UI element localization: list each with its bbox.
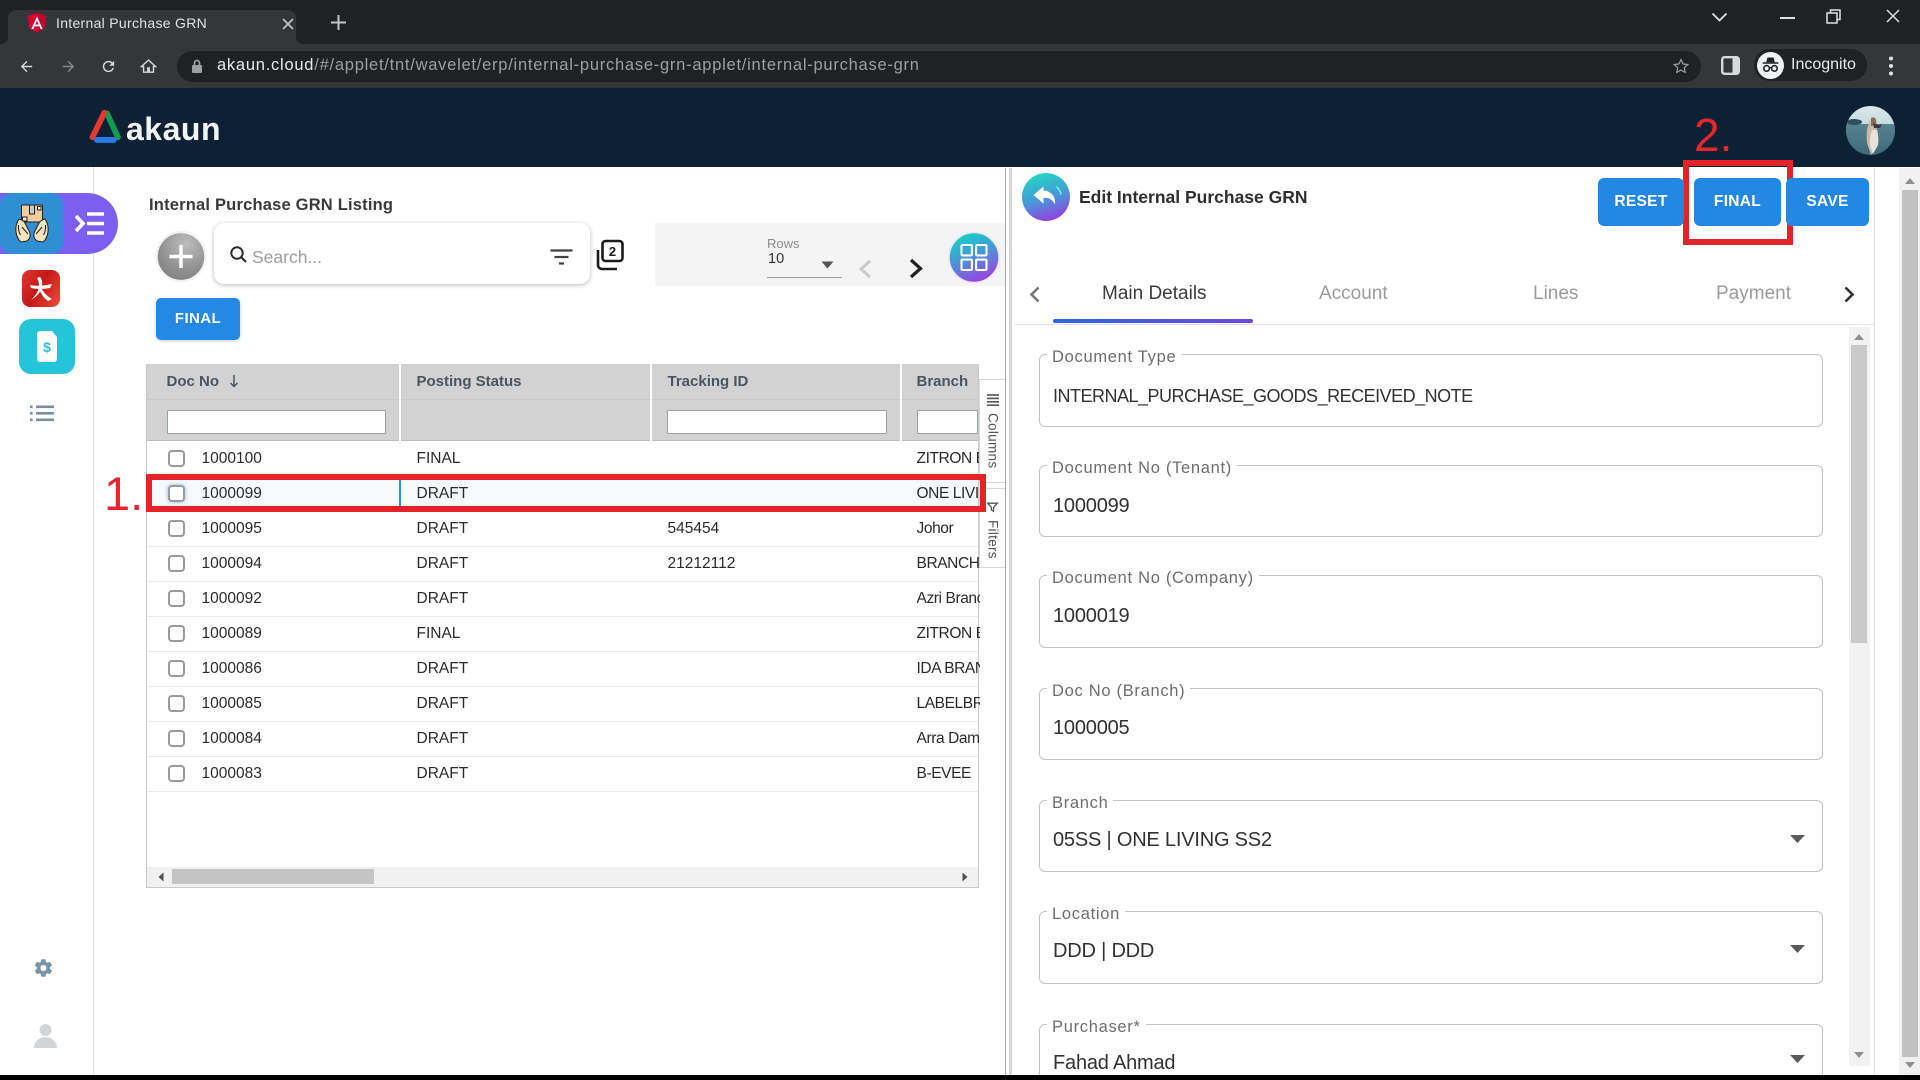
svg-text:2: 2 [609,244,616,259]
svg-text:$: $ [43,339,51,355]
